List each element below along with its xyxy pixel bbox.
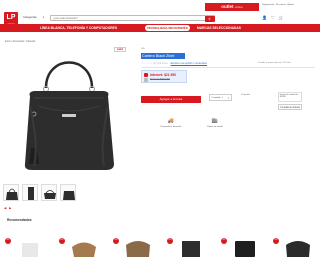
thumbnail-bag-image: [28, 187, 34, 200]
truck-icon: 🚚: [167, 118, 175, 124]
price-box: Internet: $21.950 Normal: $39.900: [141, 70, 187, 83]
price-internet: Internet: $21.950: [150, 72, 177, 77]
discount-badge: OFF: [59, 238, 65, 244]
write-review-link[interactable]: Escribe una opinión / comentario: [171, 62, 207, 65]
service-label: Retiro en tienda: [207, 125, 223, 128]
recommendation-image: [126, 241, 150, 257]
product-main-image[interactable]: [4, 46, 134, 181]
recommendation-card[interactable]: OFF: [272, 229, 320, 257]
breadcrumb[interactable]: Inicio / Accesorios / Carteras: [5, 40, 35, 43]
product-title: Cartera Black Zibel: [141, 53, 185, 59]
outlet-label: outlet: [221, 4, 234, 9]
thumbnail[interactable]: [22, 184, 38, 201]
price-normal: Normal: $39.900: [150, 77, 170, 81]
cart-icon[interactable]: 🛒: [279, 15, 284, 20]
main-nav: LÍNEA BLANCA, TELEFONÍA Y COMPUTADORES T…: [0, 24, 320, 32]
thumbnail-bag-image: [6, 188, 18, 200]
recommendation-card[interactable]: OFF: [220, 229, 268, 257]
quantity-label: Cantidad: 1: [211, 97, 223, 99]
discount-badge: OFF: [113, 238, 119, 244]
thumbnail[interactable]: [60, 184, 76, 201]
thumbnail-bag-image: [44, 190, 56, 199]
service-label: Despacho a domicilio: [160, 125, 182, 128]
thumbnail[interactable]: [3, 184, 19, 201]
availability-label: Disponible: [241, 94, 251, 96]
service-pickup[interactable]: 🏬 Retiro en tienda: [199, 118, 231, 128]
recommendations-title: Recomendados: [7, 218, 32, 222]
reviews-count: (0) Opiniones: [152, 62, 168, 65]
top-links[interactable]: Seguimiento · Mi cuenta · Ayuda: [262, 4, 294, 6]
recommendation-image: [22, 243, 38, 257]
price-tag-icon: [144, 78, 148, 82]
service-shipping[interactable]: 🚚 Despacho a domicilio: [155, 118, 187, 128]
search-input[interactable]: [53, 16, 203, 21]
recommendation-card[interactable]: OFF: [58, 229, 106, 257]
discount-badge: OFF: [221, 238, 227, 244]
price-tag-icon: [144, 73, 148, 77]
search-icon: ⚲: [208, 16, 211, 21]
product-rating: ☆☆☆☆☆ (0) Opiniones Escribe una opinión …: [141, 62, 207, 65]
recommendation-card[interactable]: OFF: [112, 229, 160, 257]
search-bar: ⚲: [50, 15, 215, 22]
nav-item-marcas[interactable]: MARCAS SELECCIONADAS: [197, 24, 241, 32]
search-button[interactable]: ⚲: [204, 15, 215, 22]
logo-text: LP: [6, 14, 16, 21]
thumbnail-nav[interactable]: ◀ ▶: [4, 206, 12, 210]
seller-info: Vendido y despachado por: LPOutlet: [258, 62, 291, 64]
thumbnail-bag-image: [63, 191, 75, 200]
outlet-suffix: online: [234, 5, 243, 9]
category-select[interactable]: Categorías ▾: [23, 15, 45, 20]
shipping-info: Despacho a domicilio: $3.990: [278, 92, 302, 102]
discount-badge: OFF: [167, 238, 173, 244]
user-icon[interactable]: 👤: [262, 15, 267, 20]
thumbnail-strip: [3, 184, 76, 201]
nav-item-tecnologia[interactable]: TECNOLOGÍA SIN INTERÉS: [145, 25, 190, 31]
thumbnail[interactable]: [41, 184, 57, 201]
product-sku: SKU: [141, 48, 146, 50]
add-to-cart-button[interactable]: Agregar a la bolsa: [141, 96, 201, 103]
recommendation-image: [182, 241, 200, 257]
quantity-stepper[interactable]: Cantidad: 1 ±: [209, 94, 232, 101]
chevron-down-icon: ▾: [42, 16, 44, 19]
brand-badge: outlet: [114, 47, 126, 52]
plus-minus-icon[interactable]: ±: [228, 95, 230, 102]
recommendation-image: [235, 241, 255, 257]
outlet-banner[interactable]: outlet online: [205, 3, 259, 11]
header-icons: 👤 ♡ 🛒: [262, 15, 284, 20]
recommendation-image: [72, 242, 96, 257]
star-rating-icon: ☆☆☆☆☆: [141, 62, 153, 65]
nav-item-linea-blanca[interactable]: LÍNEA BLANCA, TELEFONÍA Y COMPUTADORES: [40, 24, 117, 32]
installments-button[interactable]: 3 cuotas sin interés: [278, 104, 302, 110]
recommendation-card[interactable]: OFF: [166, 229, 214, 257]
discount-badge: OFF: [5, 238, 11, 244]
category-select-label: Categorías: [23, 15, 37, 19]
heart-icon[interactable]: ♡: [271, 15, 275, 20]
recommendation-image: [286, 241, 310, 257]
store-icon: 🏬: [211, 118, 219, 124]
discount-badge: OFF: [273, 238, 279, 244]
recommendation-card[interactable]: OFF: [4, 229, 52, 257]
